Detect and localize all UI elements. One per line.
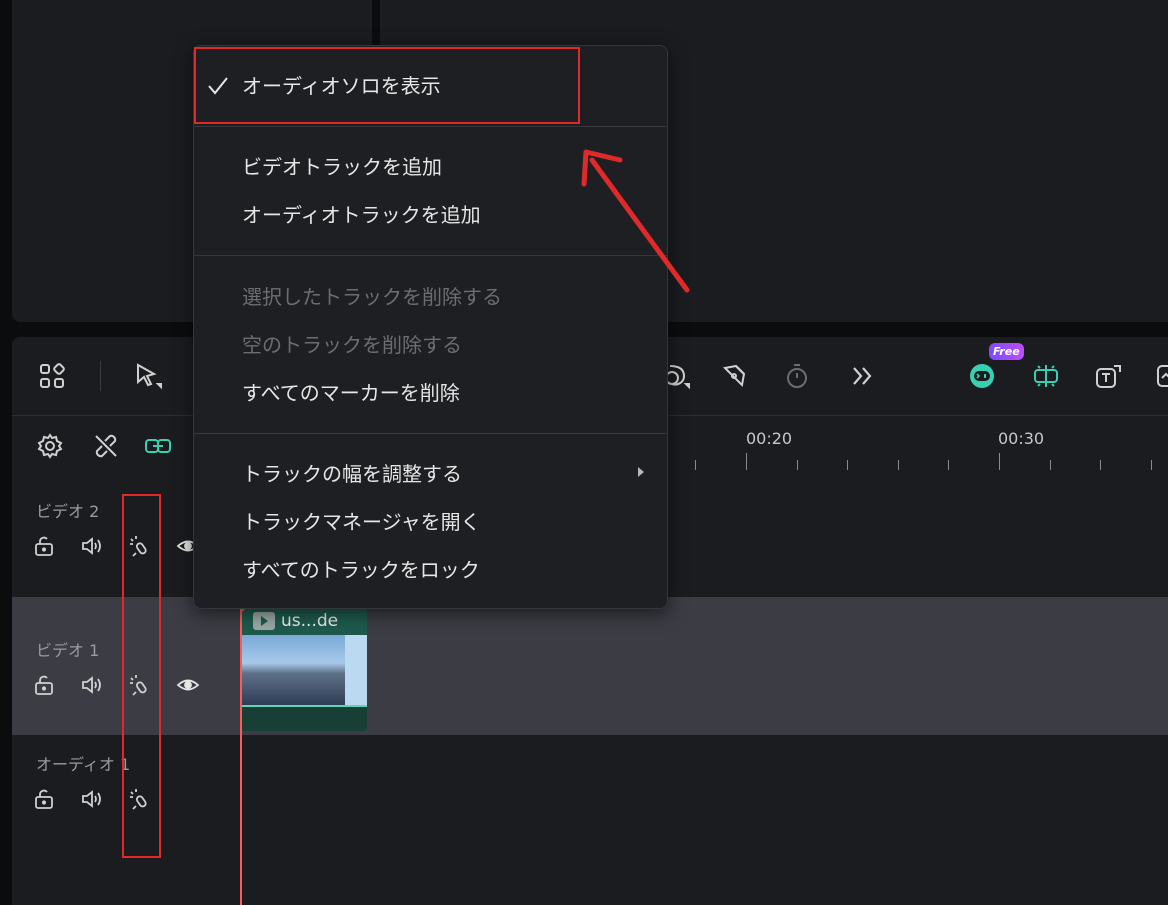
ruler-tick xyxy=(1151,460,1152,470)
lock-icon[interactable] xyxy=(30,671,58,699)
track-name: ビデオ 2 xyxy=(36,502,100,521)
ruler-label: 00:30 xyxy=(998,429,1045,448)
track-audio-1[interactable]: オーディオ 1 xyxy=(12,735,1168,825)
ai-split-icon[interactable] xyxy=(1030,360,1062,392)
pen-icon[interactable] xyxy=(718,360,750,392)
free-badge: Free xyxy=(989,343,1024,360)
ruler-tick xyxy=(1050,460,1051,470)
playhead[interactable] xyxy=(240,608,242,905)
menu-item-add-video-track[interactable]: ビデオトラックを追加 xyxy=(242,152,442,182)
ruler-tick xyxy=(948,460,949,470)
video-clip[interactable]: us...de xyxy=(241,609,367,731)
menu-item-adjust-track-height[interactable]: トラックの幅を調整する xyxy=(242,459,462,489)
track-context-menu: オーディオソロを表示 ビデオトラックを追加 オーディオトラックを追加 選択したト… xyxy=(193,45,668,609)
menu-item-delete-selected-track: 選択したトラックを削除する xyxy=(242,285,502,309)
sticker-icon[interactable] xyxy=(1152,360,1168,392)
track-video-1[interactable]: ビデオ 1 xyxy=(12,597,1168,735)
speaker-icon[interactable] xyxy=(78,532,106,560)
ruler-tick xyxy=(1100,460,1101,470)
menu-item-open-track-manager[interactable]: トラックマネージャを開く xyxy=(242,507,481,537)
ruler-tick xyxy=(746,453,747,470)
unlink-icon[interactable] xyxy=(90,430,122,462)
eye-icon[interactable] xyxy=(174,671,202,699)
timer-icon[interactable] xyxy=(781,360,813,392)
track-name: オーディオ 1 xyxy=(36,755,131,774)
menu-item-lock-all-tracks[interactable]: すべてのトラックをロック xyxy=(242,555,480,585)
highlight-box-menu-item xyxy=(194,47,580,124)
video-clip-icon xyxy=(253,612,275,630)
submenu-arrow-icon xyxy=(638,467,644,477)
ruler-tick xyxy=(898,460,899,470)
track-settings-gear-icon[interactable] xyxy=(34,430,66,462)
menu-divider xyxy=(194,126,667,127)
speaker-icon[interactable] xyxy=(78,785,106,813)
lock-icon[interactable] xyxy=(30,785,58,813)
menu-item-delete-empty-tracks: 空のトラックを削除する xyxy=(242,333,462,357)
ruler-tick xyxy=(847,460,848,470)
track-name: ビデオ 1 xyxy=(36,641,100,660)
highlight-box-solo-icons xyxy=(122,494,161,858)
more-tools-icon[interactable] xyxy=(846,360,878,392)
clip-title-bar: us...de xyxy=(253,610,338,632)
layout-icon[interactable] xyxy=(36,360,68,392)
menu-item-add-audio-track[interactable]: オーディオトラックを追加 xyxy=(242,200,481,230)
clip-audio-strip xyxy=(241,705,367,731)
toolbar-divider xyxy=(100,361,101,391)
speaker-icon[interactable] xyxy=(78,671,106,699)
select-pointer-icon[interactable] xyxy=(132,360,164,392)
menu-divider xyxy=(194,433,667,434)
ruler-tick xyxy=(999,453,1000,470)
clip-title: us...de xyxy=(281,611,339,631)
ruler-label: 00:20 xyxy=(746,429,793,448)
ai-assistant-icon[interactable] xyxy=(966,360,998,392)
link-icon[interactable] xyxy=(142,430,174,462)
menu-item-delete-all-markers[interactable]: すべてのマーカーを削除 xyxy=(242,378,460,408)
annotation-arrow-icon xyxy=(581,149,690,293)
ruler-tick xyxy=(695,460,696,470)
clip-thumbnail xyxy=(241,635,367,705)
ruler-tick xyxy=(797,460,798,470)
text-to-video-icon[interactable] xyxy=(1092,360,1124,392)
lock-icon[interactable] xyxy=(30,532,58,560)
